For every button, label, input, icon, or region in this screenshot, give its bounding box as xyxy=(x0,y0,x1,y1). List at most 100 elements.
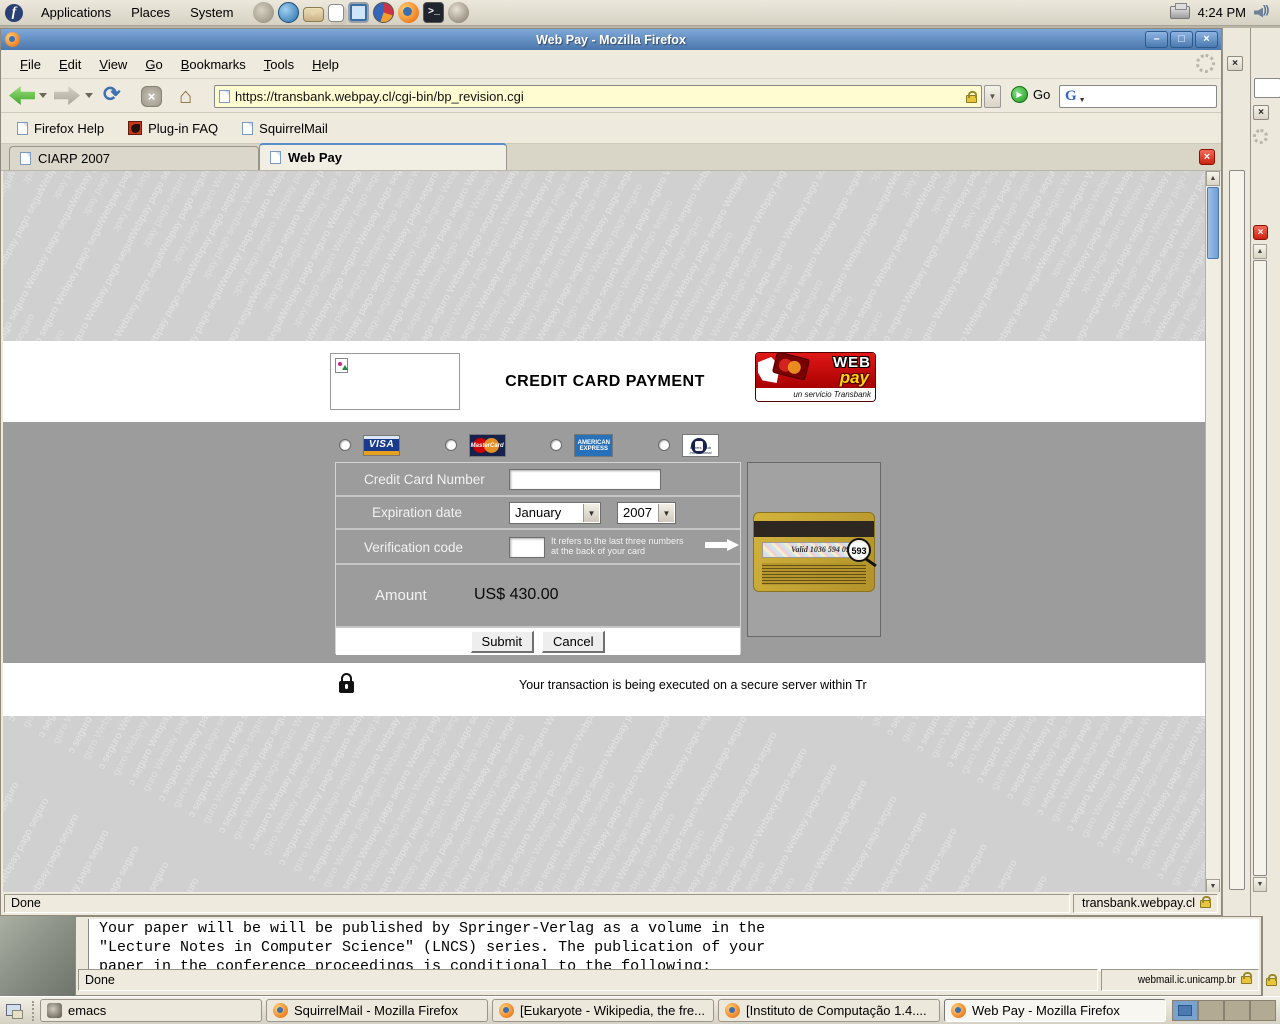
background-firefox-window[interactable]: Your paper will be will be published by … xyxy=(75,916,1262,996)
volume-icon[interactable] xyxy=(1254,5,1272,21)
workspace-2[interactable] xyxy=(1198,1000,1224,1021)
menubar: File Edit View Go Bookmarks Tools Help xyxy=(1,50,1221,79)
titlebar[interactable]: Web Pay - Mozilla Firefox – □ × xyxy=(1,29,1221,50)
forward-button[interactable] xyxy=(54,86,80,105)
minimize-button[interactable]: – xyxy=(1145,31,1168,48)
tab-label: CIARP 2007 xyxy=(38,151,110,166)
radio-mastercard[interactable] xyxy=(445,439,457,451)
scroll-up-button[interactable]: ▲ xyxy=(1253,244,1267,259)
submit-button[interactable]: Submit xyxy=(471,631,534,653)
scroll-down-button[interactable]: ▼ xyxy=(1253,877,1267,892)
menu-view[interactable]: View xyxy=(90,53,136,76)
page-content: Webpay pago seguro Webpay pago seguro We… xyxy=(3,171,1207,894)
status-text: Done xyxy=(78,969,1098,991)
distro-logo-icon[interactable]: f xyxy=(5,4,23,22)
bookmark-label: Firefox Help xyxy=(34,121,104,136)
secure-note-text: Your transaction is being executed on a … xyxy=(519,678,885,692)
menu-go[interactable]: Go xyxy=(136,53,171,76)
firefox-icon xyxy=(725,1003,740,1018)
close-icon[interactable]: × xyxy=(1227,56,1243,71)
chevron-down-icon[interactable]: ▼ xyxy=(583,504,599,522)
url-dropdown-button[interactable]: ▼ xyxy=(984,85,1001,108)
tab-ciarp-2007[interactable]: CIARP 2007 xyxy=(9,146,259,170)
browser-globe-icon[interactable] xyxy=(278,2,299,23)
tab-close-icon[interactable]: × xyxy=(1253,225,1268,240)
task-eukaryote[interactable]: [Eukaryote - Wikipedia, the fre... xyxy=(492,999,714,1022)
search-input[interactable]: G ▼ xyxy=(1059,85,1217,108)
page-scrollbar[interactable]: ▲ ▼ xyxy=(1205,171,1219,894)
cc-number-input[interactable] xyxy=(509,469,661,490)
forward-dropdown-icon[interactable] xyxy=(85,93,93,98)
terminal-icon[interactable]: >_ xyxy=(423,2,444,23)
menu-system[interactable]: System xyxy=(180,1,243,25)
workspace-3[interactable] xyxy=(1224,1000,1250,1021)
tab-web-pay[interactable]: Web Pay xyxy=(259,143,507,170)
task-instituto[interactable]: [Instituto de Computação 1.4.... xyxy=(718,999,940,1022)
task-label: Web Pay - Mozilla Firefox xyxy=(972,1003,1120,1018)
search-engine-dropdown-icon[interactable]: ▼ xyxy=(1079,97,1086,104)
back-dropdown-icon[interactable] xyxy=(39,93,47,98)
background-scrollbar[interactable] xyxy=(1253,260,1267,876)
email-icon[interactable] xyxy=(303,7,324,22)
background-scrollbar[interactable] xyxy=(1229,170,1245,890)
diners-logo: Diners Club International xyxy=(682,434,719,457)
arrow-right-icon xyxy=(705,539,739,551)
chart-icon[interactable] xyxy=(373,2,394,23)
menu-tools[interactable]: Tools xyxy=(255,53,303,76)
card-back-image: Valid 1036 594 09 593 xyxy=(753,512,875,592)
back-button[interactable] xyxy=(9,86,35,105)
chevron-down-icon[interactable]: ▼ xyxy=(658,504,674,522)
task-label: emacs xyxy=(68,1003,106,1018)
firefox-icon[interactable] xyxy=(398,2,419,23)
menu-applications[interactable]: Applications xyxy=(31,1,121,25)
scrollbar-thumb[interactable] xyxy=(1207,187,1219,259)
printer-icon[interactable] xyxy=(1170,6,1190,19)
task-squirrelmail[interactable]: SquirrelMail - Mozilla Firefox xyxy=(266,999,488,1022)
card-type-row: VISA MasterCard AMERICAN EXPRESS Diners … xyxy=(339,432,719,458)
menu-places[interactable]: Places xyxy=(121,1,180,25)
url-bar[interactable]: https://transbank.webpay.cl/cgi-bin/bp_r… xyxy=(214,85,982,108)
expiration-label: Expiration date xyxy=(372,505,462,520)
go-button[interactable]: ▶ Go xyxy=(1011,86,1050,103)
close-button[interactable]: × xyxy=(1195,31,1218,48)
task-emacs[interactable]: emacs xyxy=(40,999,262,1022)
stop-button[interactable]: × xyxy=(141,86,162,107)
page-title: CREDIT CARD PAYMENT xyxy=(3,373,1207,391)
workspace-switcher xyxy=(1172,1000,1276,1021)
radio-visa[interactable] xyxy=(339,439,351,451)
month-select[interactable]: January ▼ xyxy=(509,502,601,524)
cancel-button[interactable]: Cancel xyxy=(542,631,605,653)
menu-edit[interactable]: Edit xyxy=(50,53,90,76)
background-page-text: Your paper will be will be published by … xyxy=(88,919,1259,971)
tab-close-icon[interactable]: × xyxy=(1199,149,1215,165)
menu-bookmarks[interactable]: Bookmarks xyxy=(172,53,255,76)
url-text[interactable]: https://transbank.webpay.cl/cgi-bin/bp_r… xyxy=(235,89,961,104)
background-search-input[interactable] xyxy=(1254,78,1280,98)
home-button[interactable]: ⌂ xyxy=(179,83,192,109)
workspace-4[interactable] xyxy=(1250,1000,1276,1021)
year-value: 2007 xyxy=(623,505,652,520)
year-select[interactable]: 2007 ▼ xyxy=(617,502,676,524)
clock[interactable]: 4:24 PM xyxy=(1198,5,1246,20)
radio-diners[interactable] xyxy=(658,439,670,451)
bookmark-squirrelmail[interactable]: SquirrelMail xyxy=(242,121,328,136)
menu-file[interactable]: File xyxy=(11,53,50,76)
gimp-icon[interactable] xyxy=(448,2,469,23)
scroll-up-button[interactable]: ▲ xyxy=(1206,171,1220,186)
documents-icon[interactable] xyxy=(328,4,344,22)
radio-amex[interactable] xyxy=(550,439,562,451)
gnu-icon[interactable] xyxy=(253,2,274,23)
close-icon[interactable]: × xyxy=(1253,105,1269,120)
task-webpay[interactable]: Web Pay - Mozilla Firefox xyxy=(944,999,1166,1022)
bookmark-plugin-faq[interactable]: Plug-in FAQ xyxy=(128,121,218,136)
bookmark-firefox-help[interactable]: Firefox Help xyxy=(17,121,104,136)
menu-help[interactable]: Help xyxy=(303,53,348,76)
amount-row: Amount US$ 430.00 xyxy=(336,565,740,628)
workspace-1[interactable] xyxy=(1172,1000,1198,1021)
verification-input[interactable] xyxy=(509,537,545,558)
show-desktop-button[interactable] xyxy=(4,1001,24,1021)
maximize-button[interactable]: □ xyxy=(1170,31,1193,48)
screen-icon[interactable] xyxy=(348,2,369,23)
reload-button[interactable]: ⟳ xyxy=(103,82,121,107)
bookmark-label: SquirrelMail xyxy=(259,121,328,136)
